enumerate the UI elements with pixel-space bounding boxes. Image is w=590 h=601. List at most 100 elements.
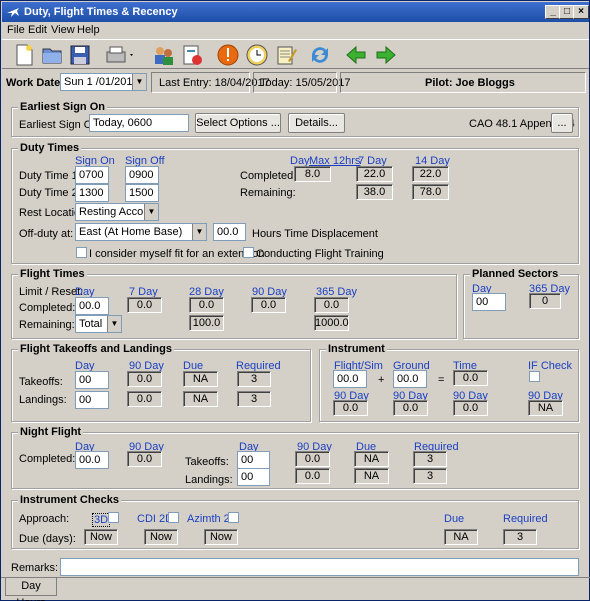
night-landings-required: 3 (413, 468, 447, 484)
work-date-label: Work Date: (6, 77, 64, 89)
plus-sign: + (378, 374, 385, 386)
night-takeoffs-day[interactable]: 00 (237, 451, 270, 469)
tab-day-hours[interactable]: Day Hours (5, 578, 57, 601)
print-icon[interactable] (104, 43, 136, 67)
save-icon[interactable] (68, 43, 92, 67)
ground-field[interactable]: 00.0 (393, 370, 427, 388)
instrument-time-value: 0.0 (453, 370, 488, 386)
instrument-checks-title: Instrument Checks (18, 494, 122, 506)
clock-icon[interactable] (245, 43, 269, 67)
gr-90day-value: 0.0 (393, 400, 428, 416)
landings-day-field[interactable]: 00 (75, 391, 109, 409)
duty-time-1-on[interactable]: 0700 (75, 166, 109, 184)
menu-view[interactable]: View (51, 24, 75, 36)
report-icon[interactable] (180, 43, 204, 67)
refresh-icon[interactable] (308, 43, 332, 67)
duty-completed-14day: 22.0 (412, 166, 449, 182)
details-button[interactable]: Details... (288, 113, 345, 133)
pilot-text: Pilot: Joe Bloggs (425, 77, 515, 89)
approach-3d-checkbox[interactable] (108, 512, 119, 523)
select-options-button[interactable]: Select Options ... (195, 113, 281, 133)
approach-label: Approach: (19, 513, 70, 525)
remarks-field[interactable] (60, 558, 579, 576)
duty-time-1-off[interactable]: 0900 (125, 166, 159, 184)
alert-icon[interactable] (216, 43, 240, 67)
work-date-picker[interactable]: Sun 1 /01/2017 ▼ (60, 73, 147, 91)
checks-required-value: 3 (503, 529, 537, 545)
chevron-down-icon: ▼ (132, 74, 146, 90)
checks-required-header: Required (503, 513, 548, 525)
flight-completed-365day: 0.0 (314, 297, 349, 313)
cao-ellipsis-button[interactable]: ... (551, 113, 573, 133)
new-icon[interactable] (12, 43, 36, 67)
if-check-checkbox[interactable] (529, 371, 540, 382)
duty-completed-label: Completed: (240, 170, 297, 182)
off-duty-value: East (At Home Base) (79, 226, 183, 238)
off-duty-select[interactable]: East (At Home Base) ▼ (75, 223, 207, 241)
main-window: Duty, Flight Times & Recency _ □ × File … (0, 0, 590, 601)
notepad-icon[interactable] (274, 43, 298, 67)
checks-due-header: Due (444, 513, 465, 525)
fs-90day-value: 0.0 (333, 400, 368, 416)
rest-location-select[interactable]: Resting Accomodati▼ (75, 203, 159, 221)
flight-sim-field[interactable]: 00.0 (333, 370, 367, 388)
fit-extension-label: I consider myself fit for an extension (89, 248, 265, 260)
flight-times-title: Flight Times (18, 268, 87, 280)
night-flight-title: Night Flight (18, 426, 84, 438)
due-azimth-value: Now (204, 529, 238, 545)
takeoffs-90day: 0.0 (127, 371, 162, 387)
flight-completed-day[interactable]: 00.0 (75, 297, 109, 315)
sectors-day-field[interactable]: 00 (472, 293, 506, 311)
duty-remaining-label: Remaining: (240, 187, 296, 199)
cdi-2d-checkbox[interactable] (168, 512, 179, 523)
takeoffs-landings-title: Flight Takeoffs and Landings (18, 343, 174, 355)
azimth-2d-checkbox[interactable] (228, 512, 239, 523)
fit-extension-checkbox[interactable] (76, 247, 87, 258)
flight-training-label: Conducting Flight Training (256, 248, 384, 260)
menu-help[interactable]: Help (77, 24, 100, 36)
time-90day-value: 0.0 (453, 400, 488, 416)
night-takeoffs-required: 3 (413, 451, 447, 467)
menu-file[interactable]: File (7, 24, 25, 36)
night-landings-day[interactable]: 00 (237, 468, 270, 486)
flight-remaining-select[interactable]: Total ▼ (75, 315, 122, 333)
back-arrow-icon[interactable] (344, 43, 368, 67)
earliest-sign-on-field[interactable]: Today, 0600 (89, 114, 189, 132)
duty-time-2-on[interactable]: 1300 (75, 184, 109, 202)
duty-remaining-7day: 38.0 (356, 184, 393, 200)
flight-completed-90day: 0.0 (251, 297, 286, 313)
planned-sectors-title: Planned Sectors (470, 268, 561, 280)
night-landings-label: Landings: (185, 474, 233, 486)
flight-completed-7day: 0.0 (127, 297, 162, 313)
earliest-sign-on-title: Earliest Sign On (18, 101, 107, 113)
open-icon[interactable] (40, 43, 64, 67)
due-cdi-value: Now (144, 529, 178, 545)
close-button[interactable]: × (573, 5, 589, 19)
instrument-title: Instrument (326, 343, 387, 355)
landings-label: Landings: (19, 394, 67, 406)
duty-completed-7day: 22.0 (356, 166, 393, 182)
users-icon[interactable] (152, 43, 176, 67)
night-landings-90day: 0.0 (295, 468, 330, 484)
flight-training-checkbox[interactable] (243, 247, 254, 258)
duty-time-1-label: Duty Time 1: (19, 170, 81, 182)
limit-reset-label: Limit / Reset: (19, 286, 84, 298)
duty-completed-day: 8.0 (294, 166, 331, 182)
flight-remaining-label: Remaining: (19, 319, 75, 331)
off-duty-label: Off-duty at: (19, 228, 74, 240)
due-days-label: Due (days): (19, 533, 76, 545)
hours-displacement-field[interactable]: 00.0 (213, 223, 246, 241)
night-completed-90day: 0.0 (127, 451, 162, 467)
night-completed-day[interactable]: 00.0 (75, 451, 109, 469)
landings-due: NA (183, 391, 218, 407)
title-bar[interactable]: Duty, Flight Times & Recency _ □ × (2, 2, 589, 22)
due-3d-value: Now (84, 529, 118, 545)
if-90day-value: NA (528, 400, 563, 416)
flight-remaining-365day: 1000.0 (314, 315, 349, 331)
takeoffs-day-field[interactable]: 00 (75, 371, 109, 389)
tab-divider (1, 577, 590, 578)
forward-arrow-icon[interactable] (374, 43, 398, 67)
menu-edit[interactable]: Edit (28, 24, 47, 36)
duty-time-2-off[interactable]: 1500 (125, 184, 159, 202)
takeoffs-required: 3 (237, 371, 271, 387)
